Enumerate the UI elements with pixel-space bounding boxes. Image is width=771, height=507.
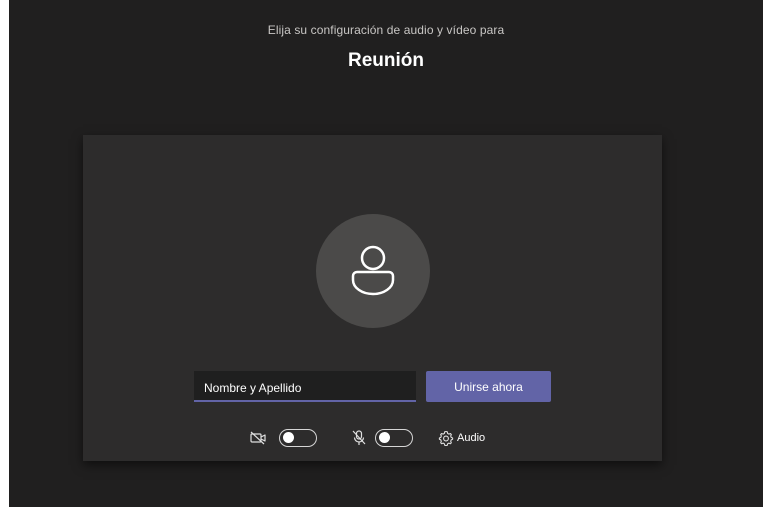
device-controls: Audio <box>83 427 662 451</box>
video-preview-card: Unirse ahora <box>83 135 662 461</box>
camera-toggle-knob <box>283 432 294 443</box>
camera-off-icon <box>250 431 266 450</box>
audio-settings-label[interactable]: Audio <box>457 432 485 444</box>
mic-toggle-knob <box>379 432 390 443</box>
person-icon <box>351 245 395 296</box>
meeting-prejoin-screen: Elija su configuración de audio y vídeo … <box>9 0 763 507</box>
mic-off-icon <box>352 430 366 451</box>
camera-toggle[interactable] <box>279 429 317 447</box>
name-input[interactable] <box>194 371 416 402</box>
meeting-title: Reunión <box>348 50 424 71</box>
avatar <box>316 214 430 328</box>
join-now-button[interactable]: Unirse ahora <box>426 371 551 402</box>
mic-toggle[interactable] <box>375 429 413 447</box>
prejoin-subtitle: Elija su configuración de audio y vídeo … <box>267 23 505 37</box>
gear-icon[interactable] <box>438 430 454 451</box>
